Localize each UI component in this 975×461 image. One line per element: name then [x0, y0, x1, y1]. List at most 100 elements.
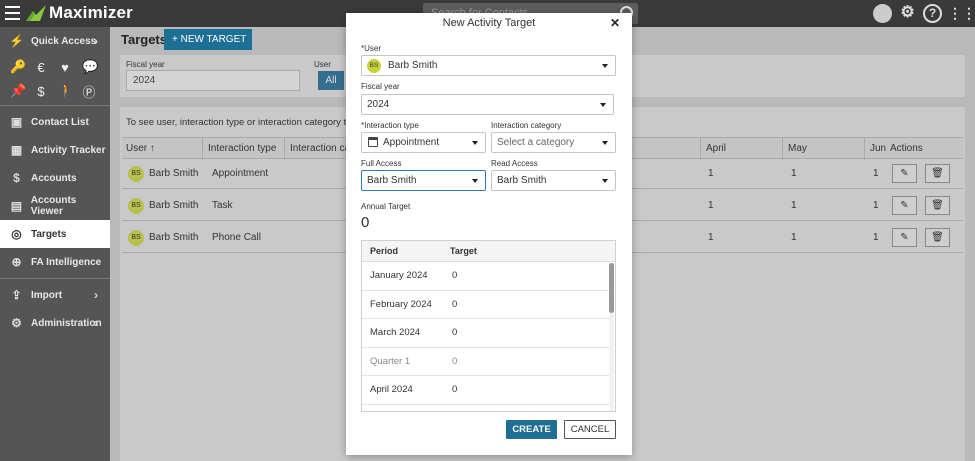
full-access-select[interactable]: Barb Smith — [361, 170, 486, 191]
row-june: 1 — [873, 232, 879, 243]
gear-icon: ⚙ — [11, 315, 22, 330]
sidebar-item-administration[interactable]: ⚙ Administration › — [0, 309, 110, 337]
column-june[interactable]: Jun — [870, 138, 886, 160]
column-actions: Actions — [890, 143, 923, 154]
table-scrollbar[interactable] — [609, 263, 614, 411]
pin-icon[interactable]: 📌 — [10, 83, 26, 99]
row-april: 1 — [708, 168, 714, 179]
interaction-category-placeholder: Select a category — [497, 137, 575, 148]
edit-icon[interactable]: ✎ — [892, 196, 917, 215]
period-target[interactable]: 0 — [452, 319, 457, 347]
period-row[interactable]: January 2024 0 — [362, 262, 610, 291]
row-user: Barb Smith — [149, 232, 199, 243]
row-interaction-type: Appointment — [212, 168, 269, 179]
period-target[interactable]: 0 — [452, 376, 457, 404]
row-april: 1 — [708, 232, 714, 243]
period-target-table: Period Target January 2024 0 February 20… — [361, 240, 616, 412]
column-april[interactable]: April — [706, 138, 726, 160]
p-badge-icon[interactable]: Ⓟ — [82, 82, 96, 101]
edit-icon[interactable]: ✎ — [892, 164, 917, 183]
full-access-value: Barb Smith — [367, 175, 417, 186]
help-icon[interactable]: ? — [923, 4, 942, 23]
sidebar-item-accounts[interactable]: $ Accounts — [0, 164, 110, 192]
trash-icon[interactable]: 🗑 — [925, 228, 950, 247]
interaction-type-select[interactable]: Appointment — [361, 132, 486, 153]
period-row[interactable]: February 2024 0 — [362, 291, 610, 319]
period-row[interactable]: March 2024 0 — [362, 319, 610, 348]
key-icon[interactable]: 🔑 — [10, 59, 26, 75]
heart-icon[interactable]: ♥ — [58, 60, 72, 75]
column-user[interactable]: User ↑ — [126, 138, 155, 160]
person-icon[interactable]: 🚶 — [58, 83, 74, 99]
avatar: BS — [128, 166, 144, 182]
column-separator — [700, 138, 701, 160]
new-target-button[interactable]: + NEW TARGET — [164, 29, 252, 50]
sidebar-item-activity-tracker[interactable]: ▦ Activity Tracker — [0, 136, 110, 164]
period-table-header: Period Target — [362, 241, 615, 262]
user-all-button[interactable]: All — [318, 71, 344, 90]
sidebar-item-accounts-viewer[interactable]: ▤ Accounts Viewer — [0, 192, 110, 220]
chat-icon[interactable]: 💬 — [82, 59, 98, 75]
edit-icon[interactable]: ✎ — [892, 228, 917, 247]
avatar: BS — [367, 59, 381, 73]
period-target[interactable]: 0 — [452, 262, 457, 290]
quick-access-row-1: 🔑 € ♥ 💬 — [0, 55, 110, 79]
chevron-down-icon — [602, 179, 608, 183]
avatar: BS — [128, 230, 144, 246]
annual-target-value: 0 — [361, 214, 370, 231]
period-name: January 2024 — [370, 270, 428, 281]
column-may[interactable]: May — [788, 138, 807, 160]
fiscal-year-select[interactable]: 2024 — [361, 94, 614, 115]
euro-icon[interactable]: € — [34, 60, 48, 75]
period-row[interactable]: April 2024 0 — [362, 376, 610, 405]
sidebar-item-label: Contact List — [31, 116, 89, 128]
contact-card-icon: ▣ — [10, 114, 23, 129]
period-name: Quarter 1 — [370, 355, 411, 367]
period-target[interactable]: 0 — [452, 291, 457, 319]
sidebar-item-label: FA Intelligence — [31, 256, 102, 268]
row-user: Barb Smith — [149, 168, 199, 179]
period-name: March 2024 — [370, 327, 421, 338]
dialog-title: New Activity Target — [442, 17, 536, 29]
chevron-down-icon — [600, 103, 606, 107]
new-activity-target-dialog: New Activity Target ✕ *User BS Barb Smit… — [346, 13, 632, 455]
sidebar-item-label: Administration — [31, 317, 102, 329]
sidebar-item-contact-list[interactable]: ▣ Contact List — [0, 108, 110, 136]
sidebar-item-targets[interactable]: ◎ Targets — [0, 220, 110, 248]
chevron-down-icon — [472, 179, 478, 183]
chevron-down-icon — [602, 64, 608, 68]
column-separator — [782, 138, 783, 160]
dollar-icon[interactable]: $ — [34, 84, 48, 99]
sidebar-item-import[interactable]: ⇪ Import › — [0, 281, 110, 309]
interaction-type-value: Appointment — [383, 137, 440, 148]
scrollbar-thumb[interactable] — [609, 263, 614, 313]
fiscal-year-value: 2024 — [367, 99, 390, 110]
avatar: BS — [128, 198, 144, 214]
fiscal-year-select[interactable]: 2024 — [126, 70, 300, 91]
user-select[interactable]: BS Barb Smith — [361, 55, 616, 76]
avatar[interactable] — [873, 4, 892, 23]
column-interaction-category[interactable]: Interaction ca — [290, 138, 350, 160]
annual-target-label: Annual Target — [361, 202, 411, 211]
cancel-button[interactable]: CANCEL — [564, 420, 616, 439]
globe-icon: ⊕ — [11, 254, 22, 269]
interaction-category-select[interactable]: Select a category — [491, 132, 616, 153]
sidebar-item-fa-intelligence[interactable]: ⊕ FA Intelligence — [0, 248, 110, 276]
sidebar-item-label: Accounts — [31, 172, 77, 184]
close-icon[interactable]: ✕ — [610, 16, 620, 30]
fiscal-year-label: Fiscal year — [126, 60, 165, 69]
gear-icon[interactable]: ⚙ — [898, 4, 917, 23]
create-button[interactable]: CREATE — [506, 420, 557, 439]
sidebar-item-quick-access[interactable]: ⚡ Quick Access › — [0, 27, 110, 55]
column-separator — [864, 138, 865, 160]
quarter-row: Quarter 1 0 — [362, 348, 610, 376]
column-interaction-type[interactable]: Interaction type — [208, 138, 276, 160]
apps-grid-icon[interactable]: ⋮⋮ — [948, 4, 975, 23]
trash-icon[interactable]: 🗑 — [925, 164, 950, 183]
app-logo[interactable]: Maximizer — [26, 3, 133, 23]
sidebar-item-label: Quick Access — [31, 35, 97, 47]
hamburger-menu-icon[interactable] — [5, 6, 20, 20]
trash-icon[interactable]: 🗑 — [925, 196, 950, 215]
page-title: Targets — [121, 32, 167, 47]
read-access-select[interactable]: Barb Smith — [491, 170, 616, 191]
